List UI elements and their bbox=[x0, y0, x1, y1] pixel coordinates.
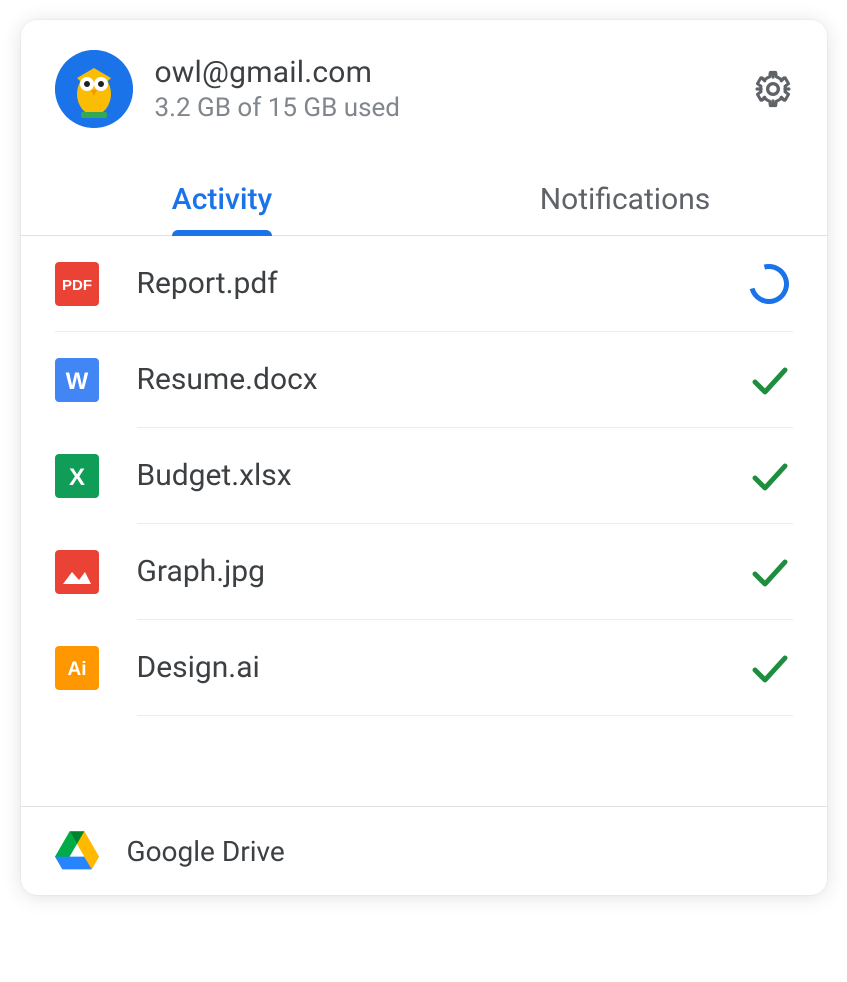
list-item[interactable]: W Resume.docx bbox=[137, 332, 793, 428]
tab-notifications[interactable]: Notifications bbox=[424, 164, 827, 235]
checkmark-icon bbox=[745, 548, 793, 596]
ai-icon: Ai bbox=[55, 646, 99, 690]
footer-label: Google Drive bbox=[127, 835, 285, 868]
activity-list: PDF Report.pdf W Resume.docx X Budget.xl… bbox=[21, 236, 827, 806]
account-info: owl@gmail.com 3.2 GB of 15 GB used bbox=[155, 55, 753, 123]
owl-avatar-icon bbox=[55, 50, 133, 128]
settings-button[interactable] bbox=[753, 69, 793, 109]
header: owl@gmail.com 3.2 GB of 15 GB used bbox=[21, 20, 827, 146]
svg-text:W: W bbox=[65, 368, 88, 395]
checkmark-icon bbox=[745, 644, 793, 692]
svg-text:Ai: Ai bbox=[67, 659, 86, 680]
sync-status-done bbox=[745, 452, 793, 500]
gear-icon bbox=[753, 69, 793, 109]
pdf-icon: PDF bbox=[55, 262, 99, 306]
drive-panel: owl@gmail.com 3.2 GB of 15 GB used Activ… bbox=[21, 20, 827, 895]
list-item[interactable]: Ai Design.ai bbox=[137, 620, 793, 716]
sync-status-syncing bbox=[745, 260, 793, 308]
image-icon bbox=[55, 550, 99, 594]
list-spacer bbox=[55, 716, 793, 806]
checkmark-icon bbox=[745, 452, 793, 500]
svg-text:X: X bbox=[68, 464, 84, 491]
checkmark-icon bbox=[745, 356, 793, 404]
file-name: Resume.docx bbox=[137, 362, 745, 397]
sync-status-done bbox=[745, 356, 793, 404]
file-name: Report.pdf bbox=[137, 266, 745, 301]
docx-icon: W bbox=[55, 358, 99, 402]
google-drive-icon bbox=[55, 831, 99, 871]
account-email: owl@gmail.com bbox=[155, 55, 753, 91]
xlsx-icon: X bbox=[55, 454, 99, 498]
file-name: Graph.jpg bbox=[137, 554, 745, 589]
spinner-icon bbox=[741, 256, 796, 311]
file-name: Budget.xlsx bbox=[137, 458, 745, 493]
sync-status-done bbox=[745, 644, 793, 692]
svg-text:PDF: PDF bbox=[62, 277, 92, 294]
list-item[interactable]: Graph.jpg bbox=[137, 524, 793, 620]
list-item[interactable]: PDF Report.pdf bbox=[55, 236, 793, 332]
storage-usage: 3.2 GB of 15 GB used bbox=[155, 93, 753, 123]
footer[interactable]: Google Drive bbox=[21, 806, 827, 895]
list-item[interactable]: X Budget.xlsx bbox=[137, 428, 793, 524]
tabs: Activity Notifications bbox=[21, 164, 827, 236]
sync-status-done bbox=[745, 548, 793, 596]
tab-activity[interactable]: Activity bbox=[21, 164, 424, 235]
file-name: Design.ai bbox=[137, 650, 745, 685]
account-avatar[interactable] bbox=[55, 50, 133, 128]
